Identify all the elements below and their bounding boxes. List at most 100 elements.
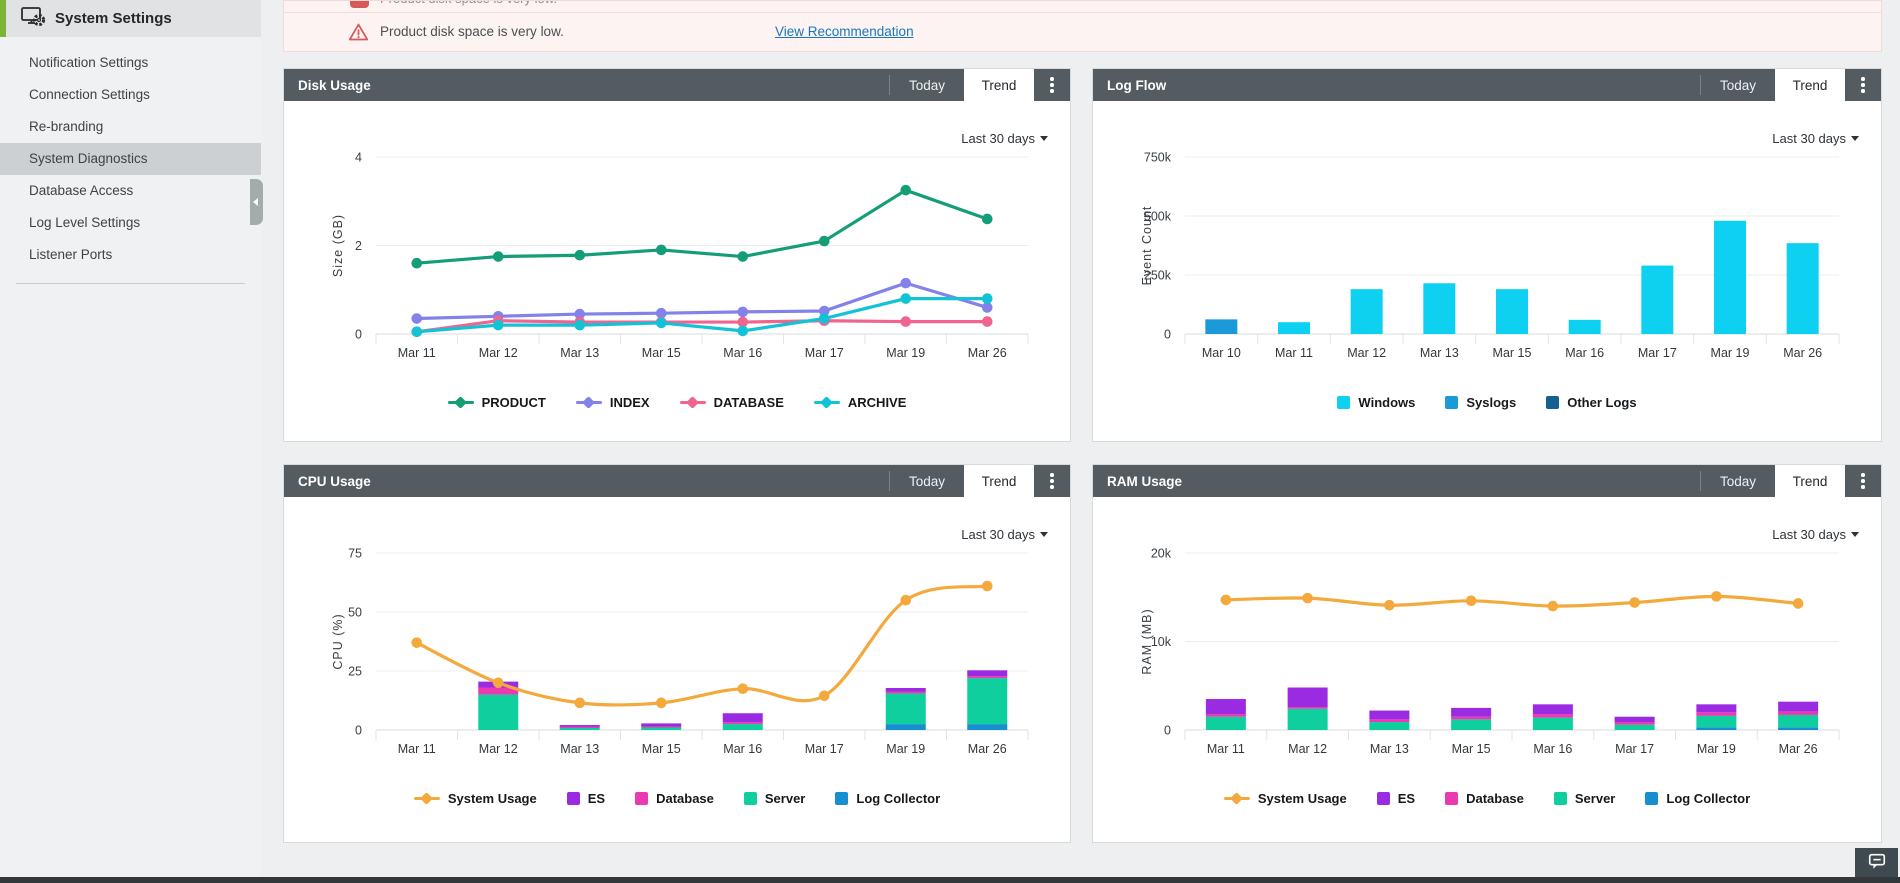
legend-item-log-collector[interactable]: Log Collector bbox=[835, 791, 940, 806]
kebab-menu-icon-log-flow[interactable] bbox=[1845, 69, 1881, 101]
legend-marker-icon bbox=[835, 792, 849, 805]
kebab-menu-icon-cpu-usage[interactable] bbox=[1034, 465, 1070, 497]
panel-header-cpu-usage: CPU Usage Today Trend bbox=[284, 465, 1070, 497]
legend-item-database[interactable]: Database bbox=[635, 791, 714, 806]
chart-ram-usage: 010k20kMar 11 Mar 12 Mar 13 Mar 15 Mar 16 Mar… bbox=[1140, 547, 1840, 756]
legend-label: Server bbox=[764, 791, 806, 806]
alert-message: Product disk space is very low. bbox=[380, 24, 564, 39]
legend-label: System Usage bbox=[1257, 791, 1347, 806]
trend-button-log-flow[interactable]: Trend bbox=[1775, 69, 1845, 101]
bottom-bar bbox=[0, 877, 1900, 883]
svg-text:Mar 11: Mar 11 bbox=[1275, 346, 1313, 360]
sidebar-item-re-branding[interactable]: Re-branding bbox=[0, 111, 261, 143]
sidebar-item-connection-settings[interactable]: Connection Settings bbox=[0, 79, 261, 111]
panel-ram-usage: RAM Usage Today Trend Last 30 days 0 10k 20k Ma… bbox=[1092, 464, 1882, 843]
legend-label: Log Collector bbox=[1666, 791, 1751, 806]
legend-item-database[interactable]: DATABASE bbox=[679, 395, 784, 410]
svg-text:Mar 26: Mar 26 bbox=[968, 742, 1007, 756]
legend-label: PRODUCT bbox=[481, 395, 546, 410]
legend-marker-icon bbox=[743, 792, 757, 805]
svg-text:0: 0 bbox=[355, 724, 362, 738]
kebab-menu-icon-ram-usage[interactable] bbox=[1845, 465, 1881, 497]
svg-text:75: 75 bbox=[348, 547, 362, 561]
sidebar-collapse-handle[interactable] bbox=[250, 179, 263, 225]
today-button-log-flow[interactable]: Today bbox=[1701, 69, 1775, 101]
legend-item-es[interactable]: ES bbox=[1376, 791, 1415, 806]
sidebar-divider bbox=[16, 283, 245, 284]
panel-title-disk-usage: Disk Usage bbox=[298, 77, 371, 93]
chat-bubble-icon bbox=[1866, 851, 1888, 874]
svg-text:50: 50 bbox=[348, 606, 362, 620]
legend-marker-icon bbox=[1445, 792, 1459, 805]
legend-item-index[interactable]: INDEX bbox=[575, 395, 650, 410]
svg-text:Mar 17: Mar 17 bbox=[1615, 742, 1654, 756]
view-recommendation-link[interactable]: View Recommendation bbox=[775, 24, 914, 39]
sidebar-item-notification-settings[interactable]: Notification Settings bbox=[0, 47, 261, 79]
svg-text:20k: 20k bbox=[1151, 547, 1172, 561]
sidebar-menu: Notification Settings Connection Settings… bbox=[0, 47, 261, 271]
legend-marker-icon bbox=[1223, 791, 1250, 805]
legend-item-product[interactable]: PRODUCT bbox=[447, 395, 546, 410]
legend-log-flow: Windows Syslogs Other Logs bbox=[1093, 395, 1881, 410]
legend-item-es[interactable]: ES bbox=[566, 791, 605, 806]
svg-text:Mar 19: Mar 19 bbox=[886, 346, 925, 360]
legend-item-server[interactable]: Server bbox=[1553, 791, 1615, 806]
legend-label: Other Logs bbox=[1567, 395, 1637, 410]
svg-text:Mar 11: Mar 11 bbox=[1207, 742, 1245, 756]
panel-disk-usage: Disk Usage Today Trend Last 30 days 0 2 4 Mar 1… bbox=[283, 68, 1071, 442]
svg-text:Mar 26: Mar 26 bbox=[968, 346, 1007, 360]
svg-text:Mar 11: Mar 11 bbox=[398, 742, 436, 756]
sidebar-item-database-access[interactable]: Database Access bbox=[0, 175, 261, 207]
alert-clipped-text: Product disk space is very low. bbox=[380, 1, 557, 6]
system-settings-icon bbox=[20, 4, 46, 33]
legend-item-system-usage[interactable]: System Usage bbox=[413, 791, 537, 806]
trend-button-ram-usage[interactable]: Trend bbox=[1775, 465, 1845, 497]
sidebar: System Settings Notification Settings Con… bbox=[0, 0, 261, 877]
legend-item-syslogs[interactable]: Syslogs bbox=[1445, 395, 1516, 410]
svg-text:2: 2 bbox=[355, 239, 362, 253]
legend-marker-icon bbox=[635, 792, 649, 805]
feedback-button[interactable] bbox=[1855, 848, 1898, 877]
today-button-disk-usage[interactable]: Today bbox=[890, 69, 964, 101]
legend-marker-icon bbox=[1445, 396, 1459, 409]
svg-text:0: 0 bbox=[355, 328, 362, 342]
sidebar-title: System Settings bbox=[55, 10, 172, 27]
alert-row: Product disk space is very low. View Rec… bbox=[284, 13, 1881, 51]
svg-text:Mar 12: Mar 12 bbox=[479, 742, 518, 756]
chart-log-flow: 0250k500k750kMar 10 Mar 11 Mar 12 Mar 13 Mar… bbox=[1140, 151, 1840, 360]
panel-title-ram-usage: RAM Usage bbox=[1107, 473, 1183, 489]
legend-marker-icon bbox=[566, 792, 580, 805]
kebab-menu-icon-disk-usage[interactable] bbox=[1034, 69, 1070, 101]
svg-text:Mar 13: Mar 13 bbox=[560, 742, 599, 756]
today-button-cpu-usage[interactable]: Today bbox=[890, 465, 964, 497]
legend-marker-icon bbox=[447, 395, 474, 409]
svg-text:Mar 16: Mar 16 bbox=[1533, 742, 1572, 756]
svg-text:4: 4 bbox=[355, 151, 362, 165]
today-button-ram-usage[interactable]: Today bbox=[1701, 465, 1775, 497]
svg-text:Mar 15: Mar 15 bbox=[1493, 346, 1532, 360]
legend-item-log-collector[interactable]: Log Collector bbox=[1645, 791, 1750, 806]
legend-label: Database bbox=[656, 791, 714, 806]
trend-button-disk-usage[interactable]: Trend bbox=[964, 69, 1034, 101]
legend-label: Database bbox=[1466, 791, 1524, 806]
chart-cpu-usage: 0 25 50 75 Mar 11 Mar 12 Mar 13 Mar 15 Mar 16 Mar… bbox=[331, 547, 1029, 756]
legend-item-server[interactable]: Server bbox=[743, 791, 806, 806]
alert-banner: Product disk space is very low. Product … bbox=[283, 0, 1882, 52]
sidebar-item-listener-ports[interactable]: Listener Ports bbox=[0, 239, 261, 271]
svg-text:Mar 12: Mar 12 bbox=[1288, 742, 1327, 756]
legend-item-archive[interactable]: ARCHIVE bbox=[813, 395, 906, 410]
trend-button-cpu-usage[interactable]: Trend bbox=[964, 465, 1034, 497]
svg-text:Mar 15: Mar 15 bbox=[642, 346, 681, 360]
legend-item-other-logs[interactable]: Other Logs bbox=[1546, 395, 1637, 410]
sidebar-item-system-diagnostics[interactable]: System Diagnostics bbox=[0, 143, 261, 175]
legend-item-database[interactable]: Database bbox=[1445, 791, 1524, 806]
svg-text:25: 25 bbox=[348, 665, 362, 679]
legend-item-system-usage[interactable]: System Usage bbox=[1223, 791, 1347, 806]
sidebar-item-log-level-settings[interactable]: Log Level Settings bbox=[0, 207, 261, 239]
svg-text:Size (GB): Size (GB) bbox=[331, 214, 345, 277]
panel-header-disk-usage: Disk Usage Today Trend bbox=[284, 69, 1070, 101]
svg-text:Mar 26: Mar 26 bbox=[1783, 346, 1822, 360]
legend-item-windows[interactable]: Windows bbox=[1337, 395, 1415, 410]
svg-text:CPU (%): CPU (%) bbox=[331, 613, 345, 669]
critical-icon bbox=[350, 1, 369, 8]
